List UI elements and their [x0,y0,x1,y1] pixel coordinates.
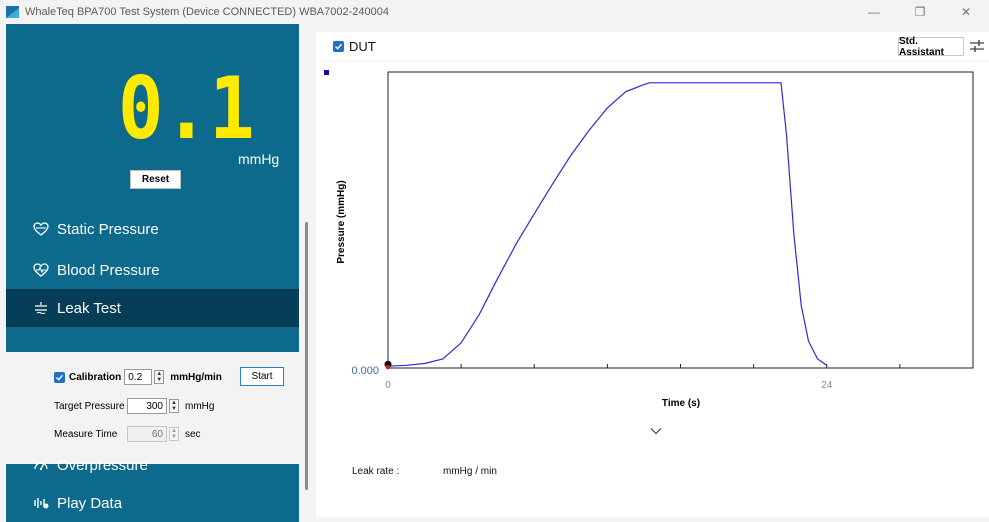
app-window: WhaleTeq BPA700 Test System (Device CONN… [0,0,989,522]
gauge-icon [34,462,48,471]
sidebar-scrollbar-thumb[interactable] [305,222,308,490]
target-pressure-label: Target Pressure [54,400,125,412]
target-pressure-spinner[interactable]: ▲ ▼ [169,399,179,413]
calibration-unit: mmHg/min [170,371,222,383]
window-title: WhaleTeq BPA700 Test System (Device CONN… [25,6,389,18]
sidebar: 0.1 mmHg Reset Static Pressure Blood Pre… [6,24,299,522]
pressure-trace [387,82,828,367]
nav-label-play-data: Play Data [57,494,123,512]
measure-time-unit: sec [185,428,201,440]
start-button[interactable]: Start [240,367,284,386]
dut-toolbar: DUT Std. Assistant [316,32,989,61]
pressure-chart: Pressure (mmHg) Time (s) 0.000 0 24 [324,70,974,409]
result-panel: Leak rate : mmHg / min [316,421,989,517]
measure-time-spinner[interactable]: ▲ ▼ [169,427,179,441]
std-assistant-button[interactable]: Std. Assistant [898,36,964,58]
y-axis-label: Pressure (mmHg) [336,180,347,263]
measure-time-label: Measure Time [54,428,118,440]
reset-button[interactable]: Reset [130,170,181,189]
nav-label-static-pressure: Static Pressure [57,220,159,238]
plot-frame [387,71,974,369]
title-bar: WhaleTeq BPA700 Test System (Device CONN… [0,0,989,24]
nav-label-overpressure: Overpressure [57,456,148,474]
calibration-spinner[interactable]: ▲ ▼ [154,370,165,384]
dut-checkbox[interactable] [333,41,344,52]
dut-label: DUT [349,39,376,54]
minimize-button[interactable]: — [851,0,897,24]
leak-icon [35,302,47,315]
series-marker [324,70,329,75]
heart-outline-icon [33,222,49,236]
target-pressure-unit: mmHg [185,400,215,412]
nav-item-static-pressure[interactable]: Static Pressure [6,210,299,248]
leak-rate-label: Leak rate : [352,466,400,477]
x-tick-label-24: 24 [821,380,833,391]
waveform-icon [34,498,49,509]
close-button[interactable]: ✕ [943,0,989,24]
nav-label-leak-test: Leak Test [57,299,121,317]
y-tick-label-0: 0.000 [351,365,379,377]
main-area: DUT Std. Assistant Pressure (mmHg) Time … [316,32,989,522]
target-pressure-row: Target Pressure 300 ▲ ▼ mmHg [54,397,214,415]
leak-rate-unit: mmHg / min [443,466,497,477]
restore-button[interactable]: ❐ [897,0,943,24]
window-controls: — ❐ ✕ [851,0,989,24]
pressure-value: 0.1 [118,59,255,159]
pressure-readout: 0.1 mmHg Reset [6,24,299,209]
x-axis-label: Time (s) [662,398,700,409]
nav-item-leak-test[interactable]: Leak Test [6,289,299,327]
measure-time-input[interactable]: 60 [127,426,167,442]
pressure-chart-card: Pressure (mmHg) Time (s) 0.000 0 24 [316,62,989,448]
whaleteq-logo-icon [6,6,19,18]
pressure-unit: mmHg [238,151,280,167]
heart-pulse-icon [33,263,49,277]
checkmark-icon [335,43,343,50]
cursor-dot-marker [385,365,391,370]
measure-time-row: Measure Time 60 ▲ ▼ sec [54,425,201,443]
x-tick-label-0: 0 [385,380,391,391]
nav-item-play-data[interactable]: Play Data [6,484,299,522]
nav-item-blood-pressure[interactable]: Blood Pressure [6,251,299,289]
sliders-icon[interactable] [969,39,985,53]
nav-label-blood-pressure: Blood Pressure [57,261,160,279]
chevron-down-icon[interactable] [650,427,662,435]
calibration-input[interactable]: 0.2 [124,369,153,385]
nav-item-overpressure[interactable]: Overpressure [6,446,299,484]
checkmark-icon [56,374,64,381]
calibration-checkbox[interactable] [54,371,65,383]
x-minor-ticks [460,364,901,368]
target-pressure-input[interactable]: 300 [127,398,167,414]
calibration-row: Calibration 0.2 ▲ ▼ mmHg/min [54,368,222,386]
calibration-label: Calibration [69,371,122,383]
